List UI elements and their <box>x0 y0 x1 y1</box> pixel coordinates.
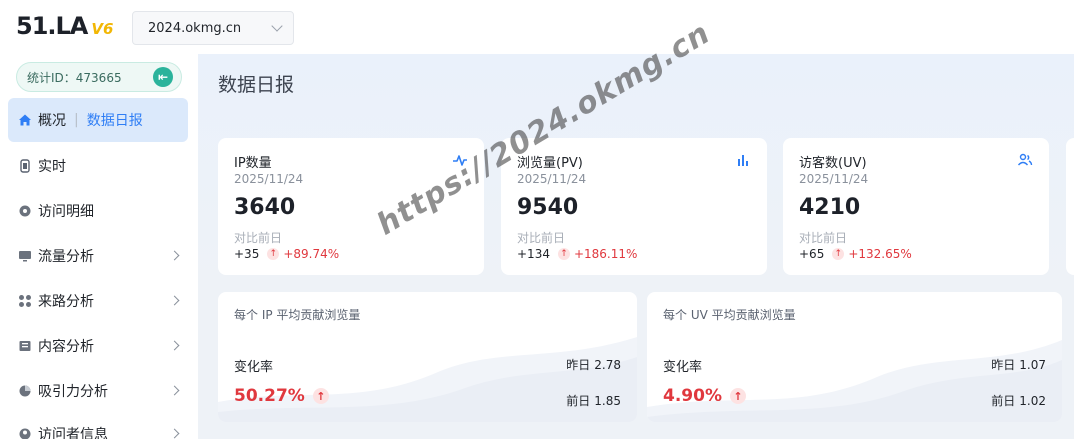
ratio-card-ip: 每个 IP 平均贡献浏览量 变化率 50.27% ↑ 昨日 2.78 前日 1.85 <box>218 292 637 422</box>
kpi-date: 2025/11/24 <box>517 172 587 186</box>
sidebar-item-visit-details[interactable]: 访问明细 <box>8 189 188 233</box>
sidebar-item-source-analysis[interactable]: 来路分析 <box>8 279 188 323</box>
sidebar-item-label: 吸引力分析 <box>38 384 108 400</box>
sidebar-item-label: 访问者信息 <box>38 427 108 439</box>
ratio-yesterday: 昨日 2.78 <box>566 356 621 373</box>
stat-id-badge: 统计ID：473665 ⇤ <box>16 62 182 92</box>
chevron-right-icon <box>169 385 180 396</box>
home-icon <box>18 113 32 127</box>
kpi-compare-label: 对比前日 <box>799 231 848 245</box>
top-bar: 51.LA V6 2024.okmg.cn <box>0 0 1074 54</box>
site-selector[interactable]: 2024.okmg.cn <box>132 11 294 45</box>
user-icon <box>18 427 32 439</box>
sidebar-item-label: 概况 <box>38 113 66 129</box>
monitor-icon <box>18 249 32 263</box>
ratio-yesterday: 昨日 1.07 <box>991 356 1046 373</box>
kpi-delta-pct: +186.11% <box>573 247 638 261</box>
kpi-value: 4210 <box>799 195 861 220</box>
chevron-down-icon <box>271 20 283 32</box>
main-content: 数据日报 IP数量 2025/11/24 3640 对比前日 +35 ↑ +89… <box>198 54 1074 439</box>
sidebar-item-attraction-analysis[interactable]: 吸引力分析 <box>8 369 188 413</box>
book-icon <box>18 339 32 353</box>
kpi-compare-label: 对比前日 <box>234 231 283 245</box>
ratio-prev-label: 前日 <box>991 394 1016 408</box>
arrow-up-icon: ↑ <box>832 248 845 260</box>
users-icon <box>1017 152 1033 168</box>
logo-version: V6 <box>91 20 114 38</box>
chevron-right-icon <box>169 250 180 261</box>
sidebar: 统计ID：473665 ⇤ 概况 | 数据日报 实时 访问明细 流量分析 来路分… <box>0 54 198 439</box>
sidebar-item-label: 实时 <box>38 159 66 175</box>
ratio-yesterday-label: 昨日 <box>991 358 1016 372</box>
kpi-delta: +134 ↑ +186.11% <box>517 247 637 261</box>
ratio-prev-value: 1.85 <box>594 394 621 408</box>
arrow-up-icon: ↑ <box>267 248 280 260</box>
sidebar-subitem-daily-report[interactable]: 数据日报 <box>87 110 143 130</box>
chevron-right-icon <box>169 428 180 439</box>
ratio-prev-value: 1.02 <box>1019 394 1046 408</box>
ratio-yesterday-label: 昨日 <box>566 358 591 372</box>
site-selector-value: 2024.okmg.cn <box>148 20 242 36</box>
ratio-yesterday-value: 1.07 <box>1019 358 1046 372</box>
ratio-rate-label: 变化率 <box>234 360 274 375</box>
page-title: 数据日报 <box>218 74 295 96</box>
sidebar-item-label: 访问明细 <box>38 204 94 220</box>
kpi-delta-pct: +89.74% <box>283 247 340 261</box>
kpi-delta-pct: +132.65% <box>848 247 912 261</box>
ratio-rate: 50.27% ↑ <box>234 386 329 406</box>
ratio-rate-value: 4.90% <box>663 386 722 406</box>
sidebar-item-label: 流量分析 <box>38 249 94 265</box>
ratio-title: 每个 UV 平均贡献浏览量 <box>663 308 796 322</box>
kpi-date: 2025/11/24 <box>799 172 869 186</box>
disc-icon <box>18 204 32 218</box>
kpi-delta: +65 ↑ +132.65% <box>799 247 912 261</box>
sidebar-item-overview[interactable]: 概况 | 数据日报 <box>8 98 188 142</box>
kpi-label: 访客数(UV) <box>799 156 867 171</box>
ratio-rate-label: 变化率 <box>663 360 703 375</box>
sidebar-item-label: 来路分析 <box>38 294 94 310</box>
ratio-rate-value: 50.27% <box>234 386 305 406</box>
logo-text: 51.LA <box>16 12 88 40</box>
ratio-yesterday-value: 2.78 <box>594 358 621 372</box>
ratio-prev-label: 前日 <box>566 394 591 408</box>
sidebar-item-realtime[interactable]: 实时 <box>8 144 188 188</box>
kpi-card-uv[interactable]: 访客数(UV) 2025/11/24 4210 对比前日 +65 ↑ +132.… <box>783 138 1049 275</box>
sidebar-item-content-analysis[interactable]: 内容分析 <box>8 324 188 368</box>
watch-icon <box>18 159 32 173</box>
sidebar-item-label: 内容分析 <box>38 339 94 355</box>
kpi-value: 9540 <box>517 195 579 220</box>
arrow-up-icon: ↑ <box>312 388 329 404</box>
arrow-up-icon: ↑ <box>557 248 570 260</box>
ratio-prev: 前日 1.85 <box>566 392 621 409</box>
chevron-right-icon <box>169 295 180 306</box>
kpi-date: 2025/11/24 <box>234 172 304 186</box>
kpi-delta-value: +35 <box>234 247 260 261</box>
logo[interactable]: 51.LA V6 <box>16 12 113 40</box>
pie-icon <box>18 384 32 398</box>
ratio-title: 每个 IP 平均贡献浏览量 <box>234 308 361 322</box>
kpi-card-partial <box>1066 138 1074 275</box>
ratio-card-uv: 每个 UV 平均贡献浏览量 变化率 4.90% ↑ 昨日 1.07 前日 1.02 <box>647 292 1062 422</box>
nodes-icon <box>18 294 32 308</box>
ratio-rate: 4.90% ↑ <box>663 386 746 406</box>
kpi-delta-value: +65 <box>799 247 825 261</box>
bar-chart-icon <box>735 152 751 168</box>
stat-id-text: 统计ID：473665 <box>27 70 122 85</box>
ratio-prev: 前日 1.02 <box>991 392 1046 409</box>
sidebar-item-visitor-info[interactable]: 访问者信息 <box>8 412 188 439</box>
chevron-right-icon <box>169 340 180 351</box>
sidebar-item-traffic-analysis[interactable]: 流量分析 <box>8 234 188 278</box>
kpi-delta-value: +134 <box>517 247 550 261</box>
kpi-value: 3640 <box>234 195 296 220</box>
arrow-up-icon: ↑ <box>729 388 746 404</box>
kpi-compare-label: 对比前日 <box>517 231 566 245</box>
kpi-card-pv[interactable]: 浏览量(PV) 2025/11/24 9540 对比前日 +134 ↑ +186… <box>501 138 767 275</box>
kpi-label: IP数量 <box>234 156 272 171</box>
collapse-sidebar-icon[interactable]: ⇤ <box>153 67 173 87</box>
kpi-delta: +35 ↑ +89.74% <box>234 247 339 261</box>
